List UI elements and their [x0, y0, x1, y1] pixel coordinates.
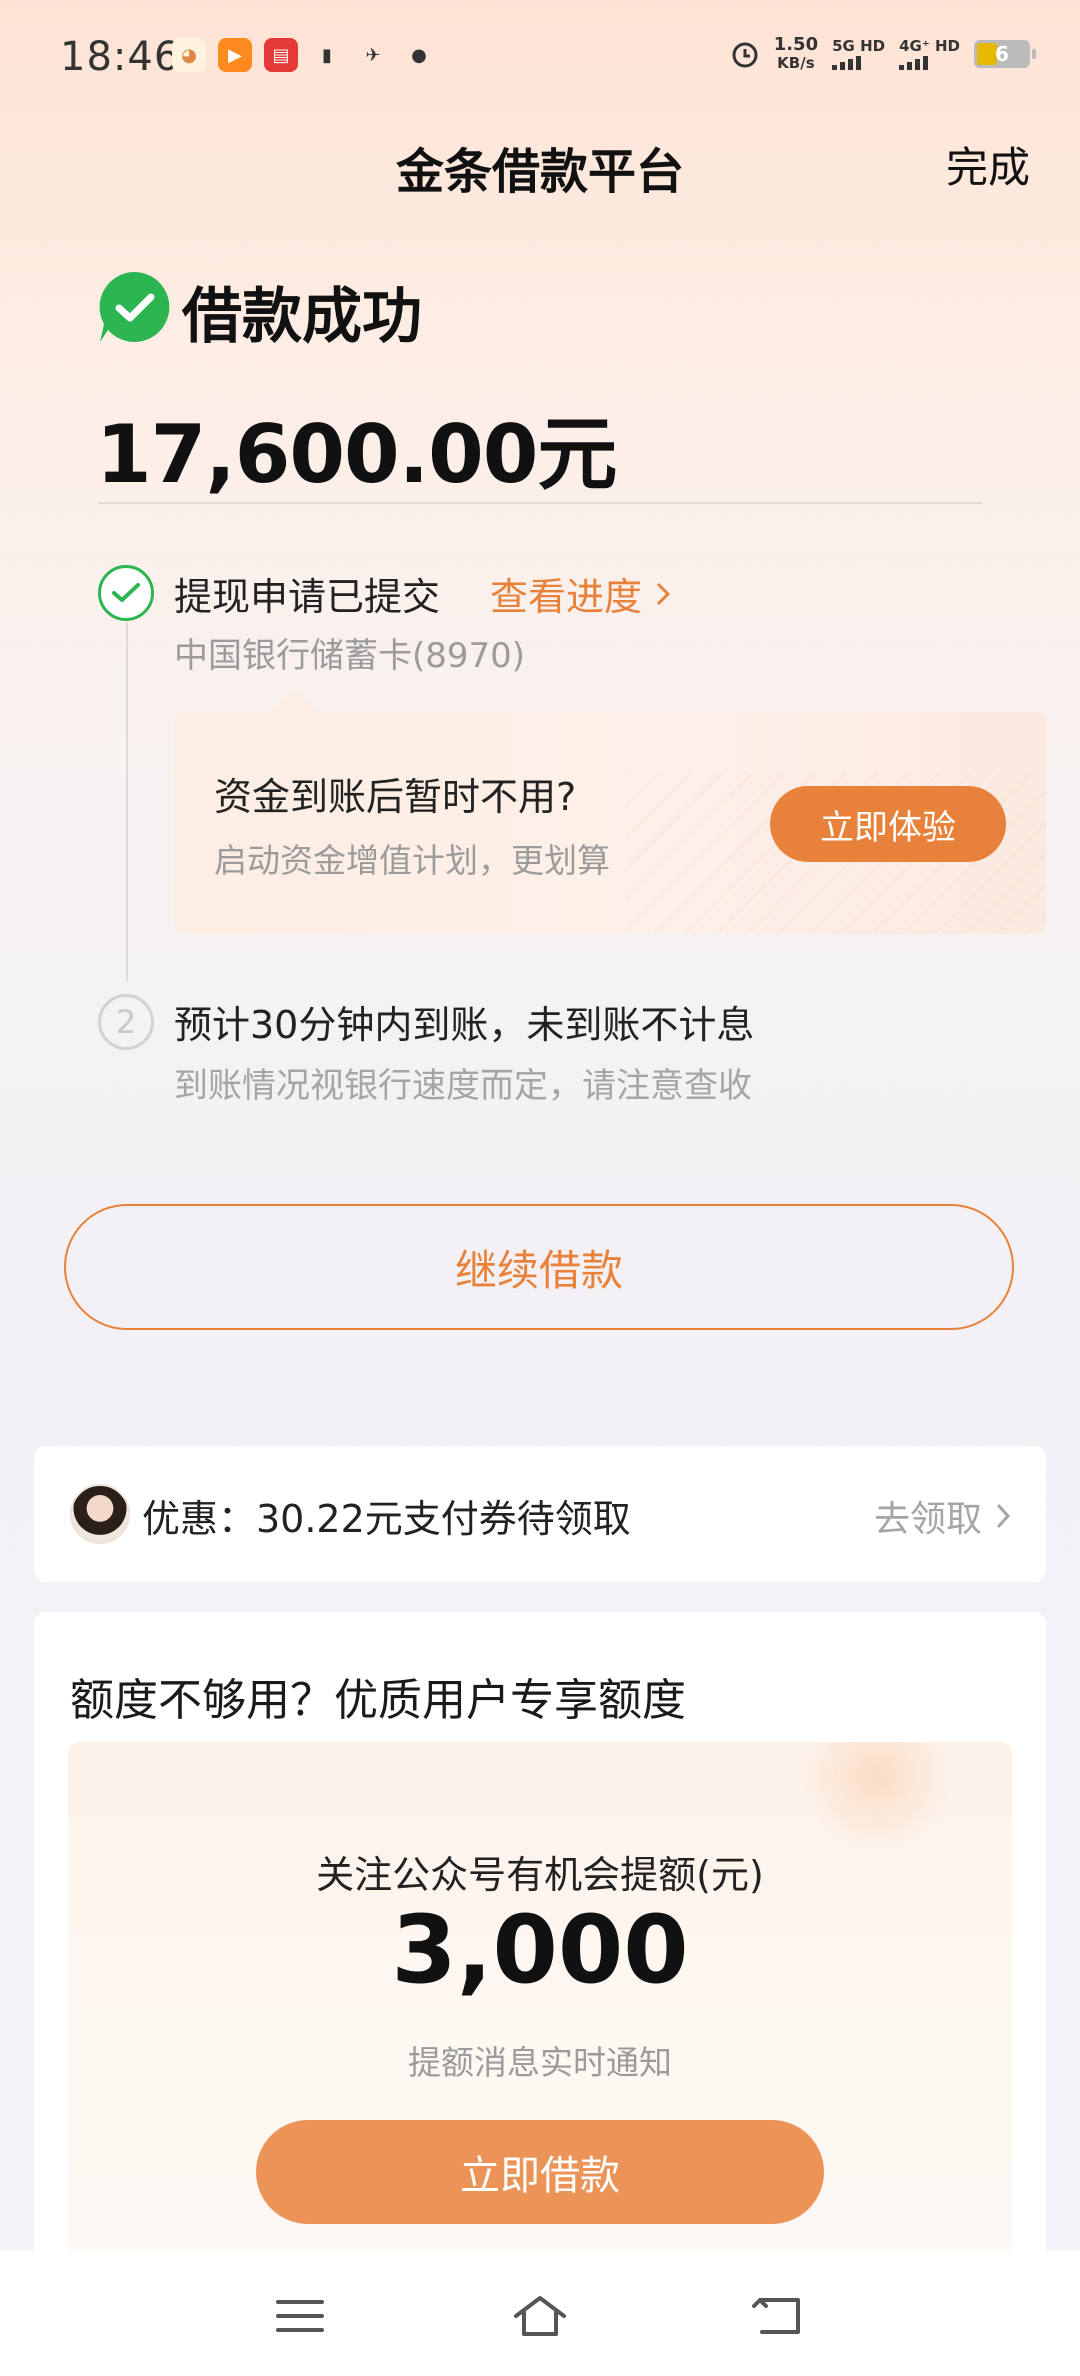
- try-now-button[interactable]: 立即体验: [770, 786, 1006, 862]
- step1-check-icon: [98, 565, 154, 621]
- status-right: 1.50 KB/s 5G HD 4G⁺ HD 6: [730, 34, 1036, 73]
- chevron-right-icon: [996, 1503, 1010, 1529]
- quota-note: 提额消息实时通知: [408, 2043, 672, 2082]
- net1-label: 5G HD: [832, 37, 886, 55]
- speed-unit: KB/s: [777, 54, 815, 72]
- borrow-now-button[interactable]: 立即借款: [256, 2120, 824, 2224]
- quota-caption: 关注公众号有机会提额(元): [316, 1853, 764, 1897]
- battery-saver-icon: ▮: [322, 44, 332, 66]
- net2-label: 4G⁺ HD: [899, 37, 960, 55]
- continue-borrow-button[interactable]: 继续借款: [64, 1204, 1014, 1330]
- status-time: 18:46: [60, 34, 181, 80]
- battery-level: 6: [995, 42, 1009, 66]
- step1-title: 提现申请已提交: [174, 575, 441, 619]
- menu-icon[interactable]: [270, 2292, 330, 2340]
- promo-pointer: [268, 688, 320, 714]
- coupon-text: 优惠：30.22元支付券待领取: [142, 1497, 631, 1541]
- step-connector: [126, 622, 128, 982]
- view-progress-label: 查看进度: [490, 575, 643, 619]
- step2-subtitle: 到账情况视银行速度而定，请注意查收: [174, 1066, 752, 1106]
- home-icon[interactable]: [510, 2292, 570, 2340]
- promo-card: 资金到账后暂时不用? 启动资金增值计划，更划算 立即体验: [174, 712, 1046, 934]
- claim-coupon-label: 去领取: [873, 1499, 982, 1540]
- quota-decoration: [802, 1742, 952, 1852]
- loan-amount: 17,600.00元: [96, 408, 617, 501]
- view-progress-link[interactable]: 查看进度: [490, 566, 671, 621]
- success-title: 借款成功: [182, 282, 422, 352]
- bank-card-info: 中国银行储蓄卡(8970): [174, 636, 526, 676]
- app-icon-3: ▤: [264, 38, 298, 72]
- divider: [98, 502, 982, 504]
- quota-amount: 3,000: [391, 1896, 689, 2005]
- signal-bars-icon: [832, 54, 885, 70]
- chevron-right-icon: [656, 582, 671, 605]
- avatar: [70, 1484, 130, 1544]
- message-icon: ●: [411, 44, 427, 66]
- alarm-icon: [732, 42, 758, 68]
- network-speed: 1.50 KB/s: [773, 34, 819, 73]
- signal-bars-icon: [899, 54, 960, 70]
- step2-title: 预计30分钟内到账，未到账不计息: [174, 1003, 755, 1047]
- step2-number-icon: 2: [98, 994, 154, 1050]
- status-app-icons: ◕ ▶ ▤ ▮ ✈ ●: [172, 38, 436, 72]
- bird-icon: ✈: [365, 44, 381, 66]
- quota-title: 额度不够用？优质用户专享额度: [70, 1675, 686, 1726]
- app-icon-1: ◕: [172, 38, 206, 72]
- coupon-card[interactable]: 优惠：30.22元支付券待领取 去领取: [34, 1446, 1046, 1582]
- promo-title: 资金到账后暂时不用?: [214, 775, 577, 819]
- promo-subtitle: 启动资金增值计划，更划算: [214, 841, 610, 880]
- page-title: 金条借款平台: [395, 144, 684, 200]
- app-icon-2: ▶: [218, 38, 252, 72]
- battery-icon: 6: [974, 40, 1036, 68]
- back-icon[interactable]: [750, 2292, 810, 2340]
- status-bar: 18:46 ◕ ▶ ▤ ▮ ✈ ● 1.50 KB/s 5G HD 4G⁺ HD…: [0, 0, 1080, 110]
- signal-4g: 4G⁺ HD: [899, 38, 960, 70]
- done-button[interactable]: 完成: [946, 134, 1030, 195]
- signal-5g: 5G HD: [832, 38, 885, 70]
- speed-value: 1.50: [773, 34, 819, 55]
- claim-coupon-link[interactable]: 去领取: [874, 1490, 1010, 1542]
- success-check-icon: [99, 271, 170, 342]
